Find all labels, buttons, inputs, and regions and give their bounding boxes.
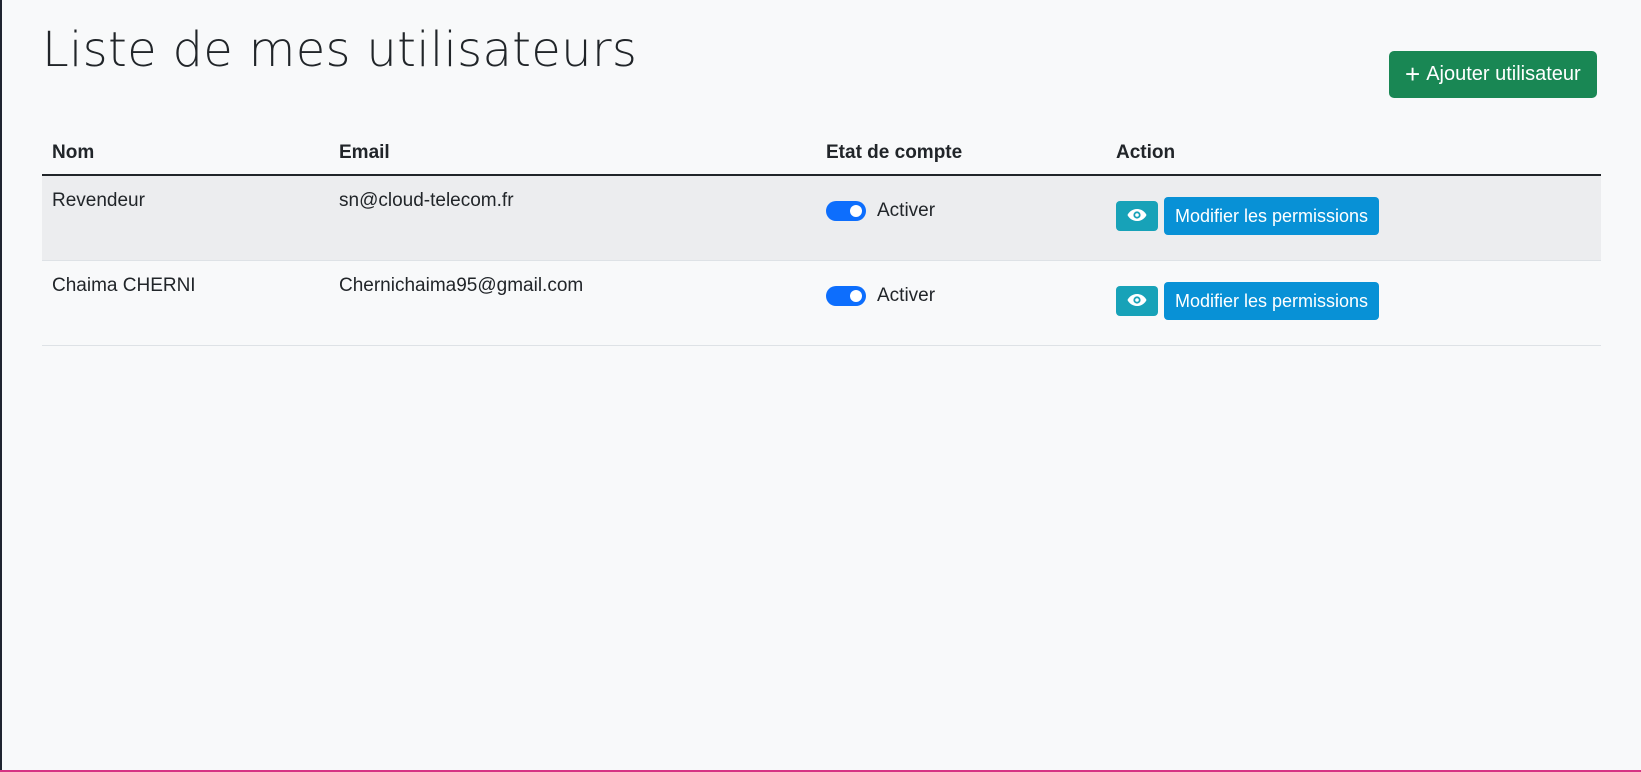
row-actions: Modifier les permissions <box>1116 282 1601 320</box>
column-header-action: Action <box>1106 132 1601 176</box>
account-status: Activer <box>826 200 1106 222</box>
row-actions: Modifier les permissions <box>1116 197 1601 235</box>
table-body: Revendeur sn@cloud-telecom.fr Activer Mo… <box>42 175 1601 346</box>
account-status-cell: Activer <box>816 175 1106 261</box>
edit-permissions-button[interactable]: Modifier les permissions <box>1164 282 1380 320</box>
table-row: Chaima CHERNI Chernichaima95@gmail.com A… <box>42 260 1601 346</box>
view-user-button[interactable] <box>1116 286 1158 316</box>
account-status: Activer <box>826 285 1106 307</box>
column-header-etat: Etat de compte <box>816 132 1106 176</box>
account-status-toggle[interactable] <box>826 201 866 221</box>
account-status-cell: Activer <box>816 260 1106 346</box>
account-status-toggle[interactable] <box>826 286 866 306</box>
table-row: Revendeur sn@cloud-telecom.fr Activer Mo… <box>42 175 1601 261</box>
eye-icon <box>1127 208 1147 225</box>
actions-cell: Modifier les permissions <box>1106 175 1601 261</box>
window-left-border <box>0 0 2 772</box>
table-header: Nom Email Etat de compte Action <box>42 132 1601 176</box>
account-status-label: Activer <box>877 200 936 221</box>
add-user-button[interactable]: + Ajouter utilisateur <box>1389 51 1597 98</box>
toggle-knob <box>850 290 862 302</box>
toggle-knob <box>850 205 862 217</box>
column-header-nom: Nom <box>42 132 329 176</box>
account-status-label: Activer <box>877 285 936 306</box>
user-name: Chaima CHERNI <box>42 260 329 346</box>
edit-permissions-button[interactable]: Modifier les permissions <box>1164 197 1380 235</box>
table-header-row: Nom Email Etat de compte Action <box>42 132 1601 176</box>
users-table: Nom Email Etat de compte Action Revendeu… <box>42 132 1601 346</box>
user-name: Revendeur <box>42 175 329 261</box>
user-email: Chernichaima95@gmail.com <box>329 260 816 346</box>
actions-cell: Modifier les permissions <box>1106 260 1601 346</box>
column-header-email: Email <box>329 132 816 176</box>
plus-icon: + <box>1405 58 1421 89</box>
eye-icon <box>1127 293 1147 310</box>
view-user-button[interactable] <box>1116 201 1158 231</box>
user-email: sn@cloud-telecom.fr <box>329 175 816 261</box>
page-title: Liste de mes utilisateurs <box>42 22 638 78</box>
add-user-label: Ajouter utilisateur <box>1426 63 1581 85</box>
